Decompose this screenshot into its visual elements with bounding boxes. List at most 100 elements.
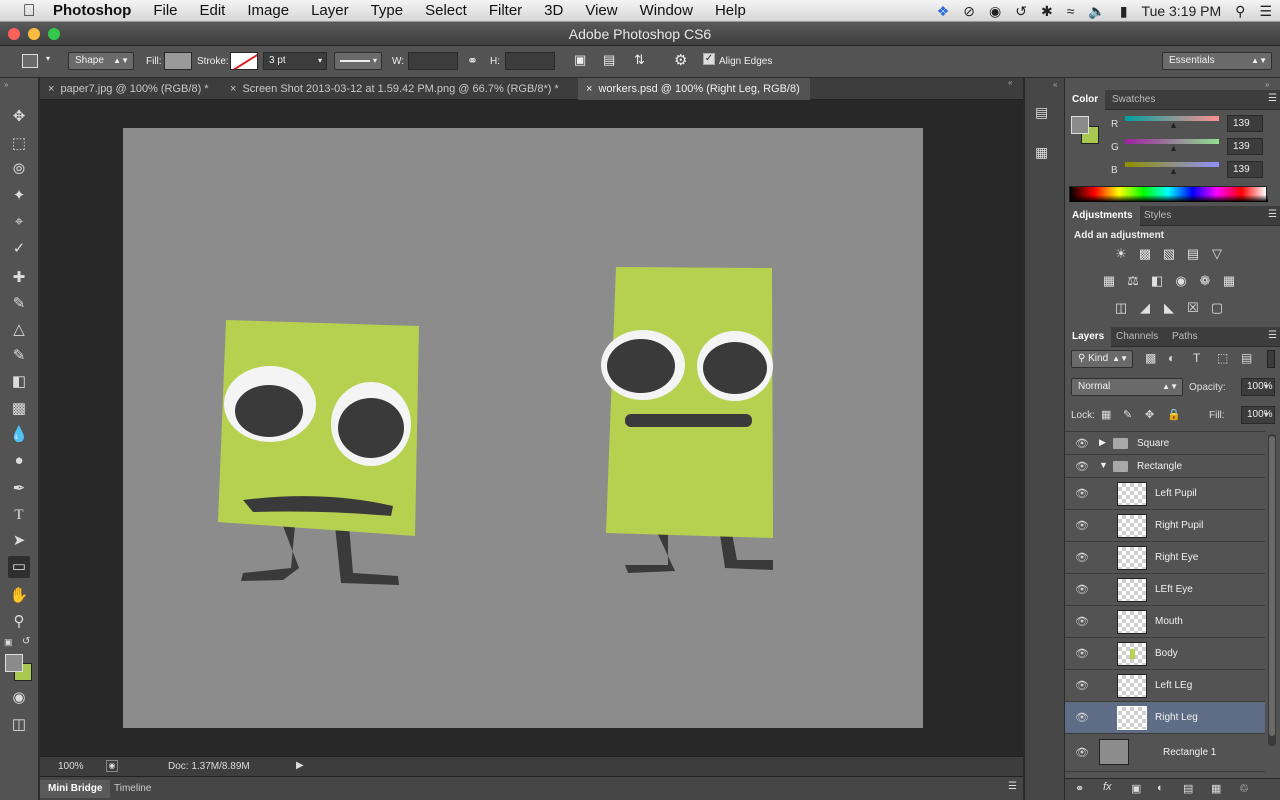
filter-smart-object-icon[interactable]: ▤ bbox=[1241, 351, 1252, 365]
layer-row-left-eye[interactable]: 👁 LEft Eye bbox=[1065, 574, 1265, 606]
color-balance-icon[interactable]: ⚖ bbox=[1125, 273, 1141, 289]
tool-preset-icon[interactable] bbox=[22, 54, 38, 68]
wifi-icon[interactable]: ≈ bbox=[1067, 3, 1075, 19]
fill-swatch[interactable] bbox=[164, 52, 192, 70]
blur-tool-icon[interactable]: 💧 bbox=[8, 424, 30, 446]
layer-group-square[interactable]: 👁 ▶ Square bbox=[1065, 432, 1265, 455]
new-group-icon[interactable]: ▤ bbox=[1183, 782, 1193, 795]
layer-style-fx-icon[interactable]: fx bbox=[1103, 781, 1112, 793]
history-panel-icon[interactable]: ▤ bbox=[1035, 104, 1048, 121]
volume-icon[interactable]: 🔈 bbox=[1088, 3, 1105, 20]
new-layer-icon[interactable]: ▦ bbox=[1211, 782, 1221, 795]
layer-row-right-pupil[interactable]: 👁 Right Pupil bbox=[1065, 510, 1265, 542]
menu-type[interactable]: Type bbox=[360, 0, 415, 22]
play-arrow-icon[interactable]: ▶ bbox=[296, 760, 304, 771]
width-field[interactable] bbox=[408, 52, 458, 70]
tab-color[interactable]: Color bbox=[1065, 90, 1106, 110]
filter-type-icon[interactable]: T bbox=[1193, 351, 1200, 365]
path-operations-icon[interactable]: ▣ bbox=[574, 52, 586, 68]
filter-adjustment-icon[interactable]: ◐ bbox=[1168, 351, 1175, 365]
stroke-width-field[interactable]: 3 pt ▾ bbox=[263, 52, 327, 70]
menubar-clock[interactable]: Tue 3:19 PM bbox=[1142, 3, 1222, 19]
pen-tool-icon[interactable]: ✒ bbox=[8, 478, 30, 500]
visibility-eye-icon[interactable]: 👁 bbox=[1075, 437, 1089, 450]
layer-row-right-eye[interactable]: 👁 Right Eye bbox=[1065, 542, 1265, 574]
default-colors-icon[interactable]: ▣ bbox=[4, 637, 13, 648]
gear-icon[interactable]: ⚙ bbox=[674, 51, 687, 69]
eyedropper-tool-icon[interactable]: ✓ bbox=[8, 238, 30, 260]
gradient-map-icon[interactable]: ▢ bbox=[1209, 300, 1225, 316]
color-spectrum-ramp[interactable] bbox=[1069, 186, 1268, 202]
collapse-icon[interactable]: « bbox=[1008, 78, 1012, 87]
channel-mixer-icon[interactable]: ❁ bbox=[1197, 273, 1213, 289]
fill-field[interactable]: 100% bbox=[1241, 406, 1275, 424]
panel-menu-icon[interactable]: ☰ bbox=[1268, 330, 1277, 341]
expand-triangle-icon[interactable]: ▶ bbox=[1099, 437, 1106, 448]
curves-icon[interactable]: ▧ bbox=[1161, 246, 1177, 262]
lasso-tool-icon[interactable]: ⦾ bbox=[8, 159, 30, 181]
tab-paths[interactable]: Paths bbox=[1165, 327, 1205, 347]
visibility-eye-icon[interactable]: 👁 bbox=[1075, 615, 1089, 628]
path-alignment-icon[interactable]: ▤ bbox=[603, 52, 615, 68]
brush-tool-icon[interactable]: ✎ bbox=[8, 293, 30, 315]
layer-row-left-leg[interactable]: 👁 Left LEg bbox=[1065, 670, 1265, 702]
photo-filter-icon[interactable]: ◉ bbox=[1173, 273, 1189, 289]
tab-layers[interactable]: Layers bbox=[1065, 327, 1112, 347]
swap-colors-icon[interactable]: ↺ bbox=[22, 636, 30, 647]
panel-menu-icon[interactable]: ☰ bbox=[1268, 93, 1277, 104]
panel-menu-icon[interactable]: ☰ bbox=[1008, 781, 1017, 792]
minimize-window-button[interactable] bbox=[28, 28, 40, 40]
trash-icon[interactable]: ♲ bbox=[1239, 782, 1249, 795]
chevron-down-icon[interactable]: ▾ bbox=[46, 54, 50, 63]
visibility-eye-icon[interactable]: 👁 bbox=[1075, 711, 1089, 724]
stroke-swatch[interactable] bbox=[230, 52, 258, 70]
time-machine-icon[interactable]: ↺ bbox=[1015, 3, 1027, 20]
link-icon[interactable]: ⚭ bbox=[467, 53, 478, 69]
quick-mask-icon[interactable]: ◉ bbox=[8, 687, 30, 709]
dropbox-icon[interactable]: ❖ bbox=[937, 3, 950, 20]
zoom-level[interactable]: 100% bbox=[58, 761, 84, 772]
red-value-field[interactable]: 139 bbox=[1227, 115, 1263, 132]
layer-row-mouth[interactable]: 👁 Mouth bbox=[1065, 606, 1265, 638]
align-edges-checkbox[interactable]: ✓ bbox=[703, 53, 715, 65]
tab-timeline[interactable]: Timeline bbox=[106, 780, 159, 798]
lock-transparency-icon[interactable]: ▦ bbox=[1101, 408, 1111, 421]
collapse-icon[interactable]: « bbox=[1053, 80, 1057, 89]
menu-layer[interactable]: Layer bbox=[300, 0, 360, 22]
hand-tool-icon[interactable]: ✋ bbox=[8, 585, 30, 607]
exposure-icon[interactable]: ▤ bbox=[1185, 246, 1201, 262]
visibility-eye-icon[interactable]: 👁 bbox=[1075, 679, 1089, 692]
layer-group-rectangle[interactable]: 👁 ▼ Rectangle bbox=[1065, 455, 1265, 478]
green-slider-thumb[interactable]: ▲ bbox=[1169, 143, 1178, 153]
lock-pixels-icon[interactable]: ✎ bbox=[1123, 408, 1132, 421]
opacity-dropdown-icon[interactable]: ▾ bbox=[1264, 382, 1268, 391]
eraser-tool-icon[interactable]: ◧ bbox=[8, 371, 30, 393]
path-selection-tool-icon[interactable]: ➤ bbox=[8, 530, 30, 552]
visibility-eye-icon[interactable]: 👁 bbox=[1075, 583, 1089, 596]
drive-icon[interactable]: ◉ bbox=[989, 3, 1001, 20]
document-canvas[interactable] bbox=[123, 128, 923, 728]
tab-workers-psd[interactable]: × workers.psd @ 100% (Right Leg, RGB/8) bbox=[578, 78, 810, 100]
menu-app-photoshop[interactable]: Photoshop bbox=[42, 0, 142, 22]
posterize-icon[interactable]: ◢ bbox=[1137, 300, 1153, 316]
layers-scrollbar[interactable] bbox=[1268, 434, 1276, 746]
green-value-field[interactable]: 139 bbox=[1227, 138, 1263, 155]
gradient-tool-icon[interactable]: ▩ bbox=[8, 398, 30, 420]
bluetooth-icon[interactable]: ✱ bbox=[1041, 3, 1053, 20]
stroke-type-select[interactable]: ▾ bbox=[334, 52, 382, 70]
screen-mode-icon[interactable]: ◫ bbox=[8, 714, 30, 736]
adjustment-layer-icon[interactable]: ◐ bbox=[1157, 782, 1164, 794]
color-lookup-icon[interactable]: ▦ bbox=[1221, 273, 1237, 289]
magic-wand-tool-icon[interactable]: ✦ bbox=[8, 185, 30, 207]
visibility-eye-icon[interactable]: 👁 bbox=[1075, 519, 1089, 532]
color-foreground-swatch[interactable] bbox=[1071, 116, 1089, 134]
menu-filter[interactable]: Filter bbox=[478, 0, 533, 22]
close-window-button[interactable] bbox=[8, 28, 20, 40]
menu-window[interactable]: Window bbox=[629, 0, 704, 22]
tab-mini-bridge[interactable]: Mini Bridge bbox=[40, 780, 111, 798]
proof-icon[interactable]: ◉ bbox=[106, 760, 118, 772]
layer-row-right-leg[interactable]: 👁 Right Leg bbox=[1065, 702, 1265, 734]
threshold-icon[interactable]: ◣ bbox=[1161, 300, 1177, 316]
rectangle-tool-icon[interactable]: ▭ bbox=[8, 556, 30, 578]
hue-saturation-icon[interactable]: ▦ bbox=[1101, 273, 1117, 289]
